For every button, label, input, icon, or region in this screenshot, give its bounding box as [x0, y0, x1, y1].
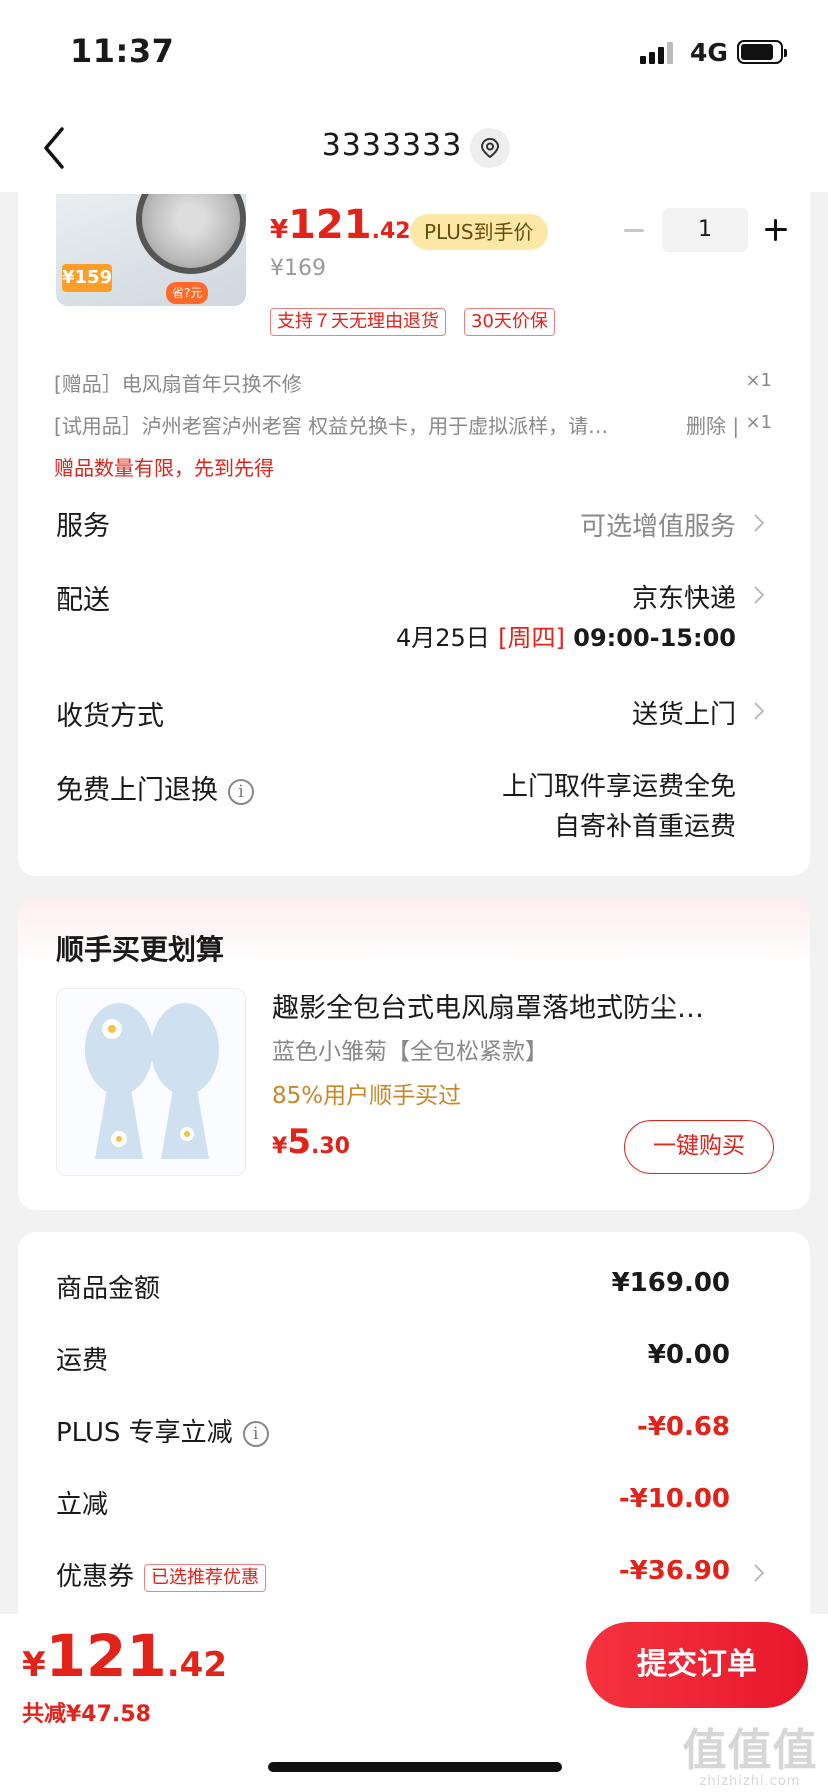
gift-note: 赠品数量有限，先到先得	[54, 456, 274, 480]
return-policy-tag: 支持７天无理由退货	[270, 308, 446, 336]
gift-item: [赠品］电风扇首年只换不修	[54, 372, 302, 396]
total-price: ¥121.42	[22, 1622, 227, 1690]
summary-label: 商品金额	[56, 1274, 161, 1304]
location-icon[interactable]	[470, 128, 510, 168]
price-summary-card: 商品金额 ¥169.00 运费 ¥0.00 PLUS 专享立减 i -¥0.68 …	[18, 1232, 810, 1652]
checkout-bar: ¥121.42 共减¥47.58 提交订单 值值值 zhizhizhi.com	[0, 1614, 828, 1792]
addon-spec: 蓝色小雏菊【全包松紧款】	[272, 1039, 548, 1065]
free-return-line1: 上门取件享运费全免	[501, 772, 736, 802]
product-image[interactable]: ¥159 省?元	[56, 194, 246, 306]
summary-label: 运费	[56, 1346, 109, 1376]
battery-icon	[737, 40, 787, 64]
total-saved: 共减¥47.58	[22, 1702, 151, 1727]
addon-card: 顺手买更划算 趣影全包台式电风扇罩落地式防尘… 蓝色小雏菊【全包松紧款】 85%…	[18, 898, 810, 1210]
watermark: 值值值 zhizhizhi.com	[682, 1725, 818, 1789]
home-indicator[interactable]	[268, 1762, 562, 1772]
info-icon[interactable]: i	[228, 778, 254, 805]
addon-title: 顺手买更划算	[56, 933, 225, 966]
chevron-right-icon[interactable]	[752, 700, 766, 722]
network-label: 4G	[690, 38, 728, 67]
summary-label: PLUS 专享立减 i	[56, 1412, 269, 1449]
receive-value[interactable]: 送货上门	[632, 694, 736, 731]
addon-name[interactable]: 趣影全包台式电风扇罩落地式防尘…	[272, 986, 772, 1025]
summary-value: -¥10.00	[618, 1484, 730, 1514]
free-return-label: 免费上门退换 i	[56, 768, 254, 807]
addon-image[interactable]	[56, 988, 246, 1176]
addon-stat: 85%用户顺手买过	[272, 1083, 462, 1109]
chevron-right-icon[interactable]	[752, 584, 766, 606]
plus-price-badge: PLUS到手价	[410, 214, 548, 250]
submit-order-button[interactable]: 提交订单	[586, 1622, 808, 1708]
signal-icon	[640, 40, 673, 64]
delivery-time[interactable]: 4月25日 [周四] 09:00-15:00	[396, 618, 736, 653]
product-card: ¥159 省?元 ¥121.42 PLUS到手价 ¥169 支持７天无理由退货 …	[18, 150, 810, 876]
chevron-right-icon[interactable]	[752, 512, 766, 534]
quantity-input[interactable]: 1	[662, 208, 748, 252]
status-time: 11:37	[70, 32, 175, 70]
product-price: ¥121.42	[270, 202, 411, 248]
price-protect-tag: 30天价保	[464, 308, 555, 336]
trial-item: [试用品］泸州老窖泸州老窖 权益兑换卡，用于虚拟派样，请…	[54, 414, 609, 438]
one-click-buy-button[interactable]: 一键购买	[624, 1120, 774, 1174]
quantity-increase-button[interactable]	[758, 212, 794, 248]
image-tag: 省?元	[166, 282, 209, 304]
summary-value[interactable]: -¥36.90	[619, 1556, 730, 1586]
summary-label: 立减	[56, 1490, 109, 1520]
free-return-line2: 自寄补首重运费	[553, 812, 736, 842]
fan-graphic	[136, 194, 246, 274]
nav-title: 3333333	[321, 128, 463, 163]
coupon-row[interactable]: 优惠券 已选推荐优惠	[56, 1556, 267, 1593]
image-price-badge: ¥159	[62, 264, 112, 292]
chevron-right-icon[interactable]	[752, 1562, 766, 1584]
trial-delete-button[interactable]: 删除 |	[686, 410, 739, 439]
coupon-tag: 已选推荐优惠	[144, 1563, 267, 1592]
summary-value: ¥0.00	[647, 1340, 730, 1370]
gift-qty: ×1	[745, 370, 772, 391]
summary-value: -¥0.68	[636, 1412, 730, 1442]
quantity-decrease-button[interactable]	[616, 212, 652, 248]
header: 11:37 4G 3333333	[0, 0, 828, 192]
info-icon[interactable]: i	[242, 1420, 269, 1447]
original-price: ¥169	[270, 256, 326, 281]
delivery-label: 配送	[56, 585, 110, 616]
trial-qty: ×1	[745, 412, 772, 433]
addon-price: ¥5.30	[272, 1122, 350, 1162]
summary-value: ¥169.00	[611, 1268, 730, 1298]
delivery-carrier[interactable]: 京东快递	[632, 578, 736, 615]
service-label: 服务	[56, 511, 110, 542]
receive-label: 收货方式	[56, 701, 164, 732]
service-value[interactable]: 可选增值服务	[580, 506, 736, 543]
